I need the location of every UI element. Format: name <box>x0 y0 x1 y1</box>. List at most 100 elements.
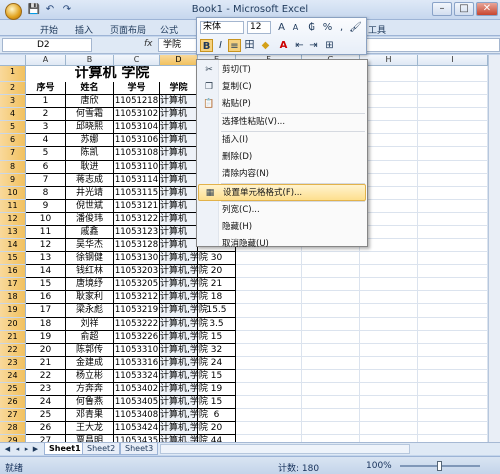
grid-cell[interactable] <box>418 252 488 266</box>
grid-cell[interactable] <box>360 186 418 200</box>
name-cell[interactable]: 吴华杰 <box>66 239 114 253</box>
font-color-icon[interactable]: A <box>277 39 290 52</box>
student-id-cell[interactable]: 11053402 <box>114 382 160 396</box>
grid-cell[interactable] <box>236 382 302 396</box>
grid-cell[interactable] <box>360 369 418 383</box>
menu-item-4[interactable]: 插入(I) <box>198 132 366 149</box>
grid-cell[interactable] <box>360 225 418 240</box>
grid-cell[interactable] <box>302 396 360 410</box>
close-button[interactable]: ✕ <box>476 2 498 16</box>
row-number-cell[interactable]: 1 <box>26 95 66 109</box>
menu-item-6[interactable]: 清除内容(N) <box>198 166 366 183</box>
row-number-cell[interactable]: 27 <box>26 435 66 442</box>
grid-cell[interactable] <box>418 212 488 226</box>
grid-cell[interactable] <box>418 278 488 292</box>
college-cell[interactable]: 计算机 <box>160 95 198 109</box>
student-id-cell[interactable]: 11053123 <box>114 225 160 240</box>
student-id-cell[interactable]: 11053128 <box>114 239 160 253</box>
grid-cell[interactable] <box>236 369 302 383</box>
grid-cell[interactable] <box>302 252 360 266</box>
row-header[interactable]: 28 <box>0 422 26 436</box>
row-number-cell[interactable]: 17 <box>26 304 66 318</box>
score-cell[interactable]: 18 <box>198 291 236 305</box>
student-id-cell[interactable]: 11053110 <box>114 160 160 174</box>
bold-icon[interactable]: B <box>200 39 213 52</box>
score-cell[interactable]: 32 <box>198 343 236 357</box>
grid-cell[interactable] <box>360 330 418 344</box>
tab-home[interactable]: 开始 <box>40 23 58 36</box>
grid-cell[interactable] <box>302 409 360 423</box>
student-id-cell[interactable]: 11053222 <box>114 317 160 331</box>
grid-cell[interactable] <box>302 304 360 318</box>
grid-cell[interactable] <box>302 382 360 396</box>
college-cell[interactable]: 计算机,学院 <box>160 343 208 357</box>
merge-cells-icon[interactable]: ⊞ <box>323 39 336 52</box>
row-header[interactable]: 17 <box>0 278 26 292</box>
score-cell[interactable]: 20 <box>198 265 236 279</box>
font-size-select[interactable]: 12 <box>247 21 271 34</box>
font-name-select[interactable]: 宋体 <box>200 21 244 34</box>
grid-cell[interactable] <box>302 330 360 344</box>
score-cell[interactable]: 19 <box>198 382 236 396</box>
grid-cell[interactable] <box>418 82 488 96</box>
grid-cell[interactable] <box>418 317 488 331</box>
grid-cell[interactable] <box>236 422 302 436</box>
grid-cell[interactable] <box>236 330 302 344</box>
row-header[interactable]: 14 <box>0 239 26 253</box>
row-header[interactable]: 21 <box>0 330 26 344</box>
college-cell[interactable]: 计算机,学院 <box>160 409 208 423</box>
horizontal-scrollbar[interactable] <box>160 444 410 454</box>
sheet-tab-1[interactable]: Sheet1 <box>44 443 86 455</box>
column-header-a[interactable]: A <box>26 55 66 66</box>
grid-cell[interactable] <box>360 291 418 305</box>
score-cell[interactable]: 15 <box>198 396 236 410</box>
row-number-cell[interactable]: 4 <box>26 134 66 148</box>
college-cell[interactable]: 计算机,学院 <box>160 304 208 318</box>
row-number-cell[interactable]: 23 <box>26 382 66 396</box>
grid-cell[interactable] <box>418 409 488 423</box>
student-id-cell[interactable]: 11053114 <box>114 173 160 187</box>
header-cell[interactable]: 姓名 <box>66 82 114 96</box>
menu-item-1[interactable]: ❐ 复制(C) <box>198 79 366 96</box>
row-header[interactable]: 18 <box>0 291 26 305</box>
row-header[interactable]: 8 <box>0 160 26 174</box>
name-cell[interactable]: 唐欣 <box>66 95 114 109</box>
college-cell[interactable]: 计算机 <box>160 225 198 240</box>
header-cell[interactable]: 学院 <box>160 82 198 96</box>
row-number-cell[interactable]: 6 <box>26 160 66 174</box>
grid-cell[interactable] <box>418 422 488 436</box>
score-cell[interactable]: 44 <box>198 435 236 442</box>
row-number-cell[interactable]: 12 <box>26 239 66 253</box>
grid-cell[interactable] <box>302 343 360 357</box>
column-header-d[interactable]: D <box>160 55 198 66</box>
student-id-cell[interactable]: 11053316 <box>114 356 160 370</box>
college-cell[interactable]: 计算机 <box>160 239 198 253</box>
title-cell[interactable]: 计算机 学院 <box>26 66 198 82</box>
grid-cell[interactable] <box>418 186 488 200</box>
name-cell[interactable]: 俞超 <box>66 330 114 344</box>
student-id-cell[interactable]: 11053324 <box>114 369 160 383</box>
prev-sheet-icon[interactable]: ◂ <box>13 444 22 454</box>
name-cell[interactable]: 耿家利 <box>66 291 114 305</box>
grid-cell[interactable] <box>418 147 488 161</box>
grid-cell[interactable] <box>302 265 360 279</box>
grid-cell[interactable] <box>418 121 488 135</box>
tab-insert[interactable]: 插入 <box>75 23 93 36</box>
row-number-cell[interactable]: 8 <box>26 186 66 200</box>
grid-cell[interactable] <box>360 422 418 436</box>
row-header[interactable]: 25 <box>0 382 26 396</box>
row-number-cell[interactable]: 13 <box>26 252 66 266</box>
menu-item-0[interactable]: ✂ 剪切(T) <box>198 62 366 79</box>
row-header[interactable]: 10 <box>0 186 26 200</box>
row-number-cell[interactable]: 15 <box>26 278 66 292</box>
score-cell[interactable]: 15 <box>198 369 236 383</box>
college-cell[interactable]: 计算机,学院 <box>160 356 208 370</box>
grid-cell[interactable] <box>236 435 302 442</box>
student-id-cell[interactable]: 11053102 <box>114 108 160 122</box>
increase-decimal-icon[interactable]: ⇥ <box>307 39 320 52</box>
student-id-cell[interactable]: 11053115 <box>114 186 160 200</box>
row-number-cell[interactable]: 9 <box>26 199 66 213</box>
name-cell[interactable]: 王大龙 <box>66 422 114 436</box>
college-cell[interactable]: 计算机,学院 <box>160 252 208 266</box>
score-cell[interactable]: 6 <box>198 409 236 423</box>
